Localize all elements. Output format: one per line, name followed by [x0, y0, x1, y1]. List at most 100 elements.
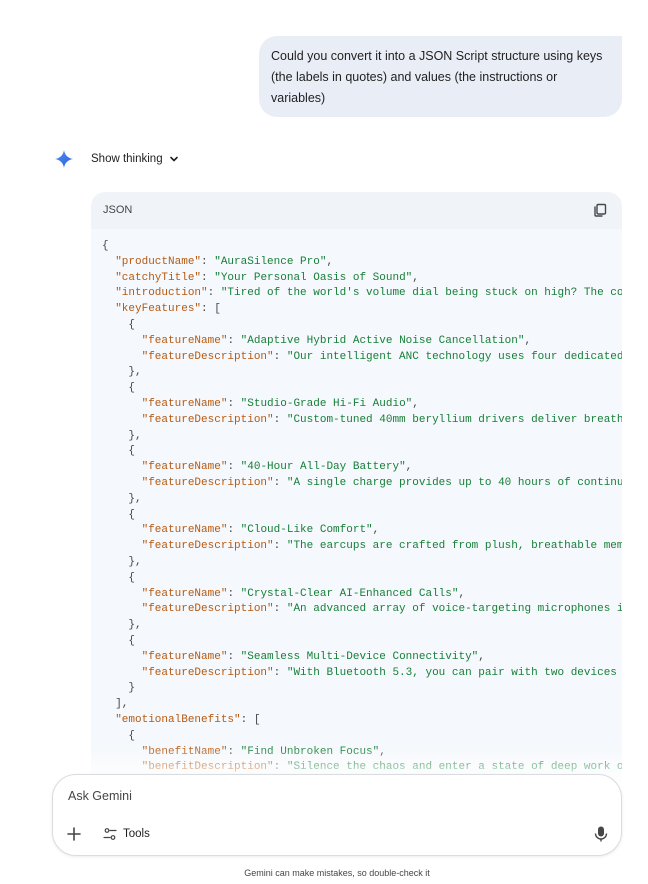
- code-line: {: [102, 444, 622, 460]
- json-punctuation: [102, 256, 115, 268]
- prompt-input[interactable]: Ask Gemini: [68, 789, 132, 803]
- json-punctuation: :: [227, 587, 241, 600]
- json-key: "featureName": [141, 650, 228, 663]
- json-string: "An advanced array of voice-targeting mi…: [286, 603, 622, 616]
- code-line: },: [102, 429, 622, 445]
- json-string: "AuraSilence Pro": [214, 255, 327, 268]
- code-line: "featureDescription": "Our intelligent A…: [102, 350, 622, 366]
- json-punctuation: {: [102, 634, 136, 647]
- code-line: "productName": "AuraSilence Pro",: [102, 255, 622, 271]
- code-line: "catchyTitle": "Your Personal Oasis of S…: [102, 271, 622, 287]
- json-string: "Studio-Grade Hi-Fi Audio": [240, 397, 413, 410]
- json-code: { "productName": "AuraSilence Pro", "cat…: [91, 229, 622, 776]
- json-punctuation: {: [102, 729, 136, 742]
- json-punctuation: [102, 303, 115, 315]
- code-line: },: [102, 365, 622, 381]
- disclaimer-text: Gemini can make mistakes, so double-chec…: [244, 868, 430, 878]
- json-punctuation: ,: [412, 397, 419, 410]
- json-key: "emotionalBenefits": [115, 713, 241, 726]
- json-punctuation: [102, 588, 142, 600]
- json-key: "featureName": [141, 524, 228, 537]
- code-block-header: JSON: [91, 192, 622, 228]
- code-line: {: [102, 381, 622, 397]
- code-language-label: JSON: [103, 204, 133, 216]
- json-punctuation: {: [102, 318, 136, 331]
- gemini-spark-icon: [55, 150, 73, 168]
- json-punctuation: },: [102, 619, 142, 632]
- json-key: "featureDescription": [141, 476, 274, 489]
- show-thinking-label: Show thinking: [91, 153, 163, 165]
- json-string: "Your Personal Oasis of Sound": [214, 271, 413, 284]
- code-line: "featureDescription": "Custom-tuned 40mm…: [102, 413, 622, 429]
- json-punctuation: [102, 461, 142, 473]
- json-punctuation: :: [201, 255, 215, 268]
- json-punctuation: :: [273, 476, 287, 489]
- json-string: "40-Hour All-Day Battery": [240, 461, 406, 474]
- json-punctuation: [102, 651, 142, 663]
- json-key: "featureName": [141, 397, 228, 410]
- json-key: "introduction": [115, 287, 208, 300]
- json-punctuation: [102, 477, 142, 489]
- plus-icon[interactable]: [65, 825, 83, 843]
- json-punctuation: :: [227, 524, 241, 537]
- json-punctuation: ,: [524, 334, 532, 347]
- json-key: "catchyTitle": [115, 271, 202, 284]
- json-punctuation: :: [227, 650, 241, 663]
- json-punctuation: {: [102, 382, 136, 395]
- json-punctuation: ],: [102, 698, 129, 711]
- json-string: "Cloud-Like Comfort": [240, 524, 373, 537]
- json-punctuation: [102, 603, 142, 615]
- json-punctuation: :: [273, 666, 287, 679]
- code-block: JSON { "productName": "AuraSilence Pro",…: [91, 192, 622, 784]
- json-punctuation: [102, 524, 142, 536]
- prompt-input-box[interactable]: Ask Gemini Tools: [52, 774, 622, 856]
- json-key: "featureDescription": [141, 603, 274, 616]
- json-string: "With Bluetooth 5.3, you can pair with t…: [286, 666, 622, 679]
- code-line: "featureDescription": "A single charge p…: [102, 476, 622, 492]
- json-string: "Seamless Multi-Device Connectivity": [240, 650, 479, 663]
- json-key: "featureDescription": [141, 666, 274, 679]
- json-string: "The earcups are crafted from plush, bre…: [286, 540, 622, 553]
- json-key: "productName": [115, 255, 202, 268]
- json-punctuation: ,: [412, 271, 419, 284]
- json-punctuation: [102, 667, 142, 679]
- code-line: },: [102, 492, 622, 508]
- json-punctuation: },: [102, 429, 142, 442]
- json-key: "keyFeatures": [115, 303, 202, 316]
- json-punctuation: [102, 351, 142, 363]
- json-punctuation: },: [102, 555, 142, 568]
- tools-label: Tools: [123, 828, 150, 840]
- code-line: {: [102, 571, 622, 587]
- code-line: "featureName": "Studio-Grade Hi-Fi Audio…: [102, 397, 622, 413]
- code-line: "featureDescription": "With Bluetooth 5.…: [102, 666, 622, 682]
- json-punctuation: ,: [405, 461, 413, 474]
- json-punctuation: ,: [326, 255, 334, 268]
- json-key: "featureDescription": [141, 413, 274, 426]
- copy-icon[interactable]: [592, 202, 608, 218]
- code-line: ],: [102, 697, 622, 713]
- json-punctuation: {: [102, 445, 136, 458]
- chevron-down-icon: [169, 156, 178, 162]
- tools-button[interactable]: Tools: [103, 824, 150, 844]
- show-thinking-toggle[interactable]: Show thinking: [91, 150, 179, 168]
- microphone-icon[interactable]: [593, 825, 609, 843]
- code-line: "featureDescription": "An advanced array…: [102, 602, 622, 618]
- json-punctuation: ,: [478, 650, 485, 663]
- code-line: "featureName": "Crystal-Clear AI-Enhance…: [102, 587, 622, 603]
- code-block-body: { "productName": "AuraSilence Pro", "cat…: [91, 229, 622, 784]
- json-punctuation: [102, 540, 142, 552]
- json-string: "Custom-tuned 40mm beryllium drivers del…: [286, 413, 622, 426]
- tools-icon: [103, 828, 117, 840]
- code-line: "emotionalBenefits": [: [102, 713, 622, 729]
- json-punctuation: :: [207, 287, 221, 300]
- json-punctuation: :: [227, 461, 241, 474]
- json-punctuation: [102, 398, 142, 410]
- json-punctuation: },: [102, 492, 142, 505]
- json-punctuation: {: [102, 571, 136, 584]
- json-punctuation: :: [273, 413, 287, 426]
- code-line: "featureDescription": "The earcups are c…: [102, 539, 622, 555]
- code-line: "featureName": "40-Hour All-Day Battery"…: [102, 460, 622, 476]
- json-string: "Crystal-Clear AI-Enhanced Calls": [240, 587, 459, 600]
- json-punctuation: [102, 335, 142, 347]
- json-punctuation: {: [102, 240, 109, 252]
